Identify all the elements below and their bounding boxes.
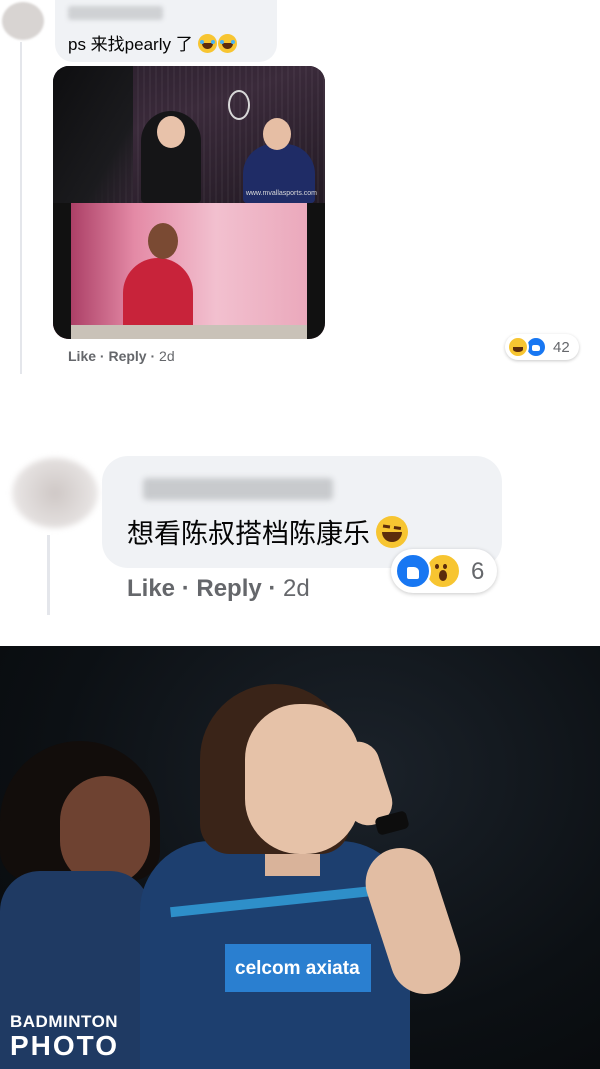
comment-text-content: 想看陈叔搭档陈康乐 — [127, 519, 370, 549]
grinning-squinting-emoji-icon — [376, 516, 408, 548]
avatar[interactable] — [12, 458, 98, 528]
like-link[interactable]: Like — [68, 348, 96, 364]
timestamp[interactable]: 2d — [159, 348, 175, 364]
separator: · — [175, 575, 197, 602]
photo-watermark: BADMINTON PHOTO — [10, 1012, 119, 1062]
post-photo[interactable]: celcom axiata BADMINTON PHOTO — [0, 646, 600, 1069]
commenter-name[interactable] — [143, 478, 333, 500]
reply-link[interactable]: Reply — [108, 348, 146, 364]
comment-text-content: ps 来找pearly 了 — [68, 35, 193, 54]
image-caption: www.mvallasports.com — [245, 190, 317, 197]
like-reaction-icon — [395, 553, 431, 589]
timestamp[interactable]: 2d — [283, 575, 310, 602]
comment-thread: ps 来找pearly 了 www.mvallasports.com Like … — [0, 0, 600, 1069]
laughing-tears-emoji-icon — [198, 34, 218, 53]
comment-actions: Like · Reply · 2d — [68, 348, 175, 364]
image-bottom-panel — [53, 203, 325, 339]
separator: · — [261, 575, 284, 602]
image-face — [148, 223, 178, 259]
reaction-count: 42 — [553, 339, 570, 356]
image-edge — [307, 203, 325, 339]
comment-text: 想看陈叔搭档陈康乐 — [127, 512, 408, 551]
racket-icon — [228, 90, 250, 120]
laughing-tears-emoji-icon — [218, 34, 238, 53]
thread-line — [20, 42, 22, 374]
separator: · — [146, 348, 160, 364]
image-edge — [53, 203, 71, 339]
reply-link[interactable]: Reply — [196, 575, 261, 602]
watermark-line-2: PHOTO — [10, 1030, 120, 1061]
comment-text: ps 来找pearly 了 — [68, 30, 238, 55]
like-link[interactable]: Like — [127, 575, 175, 602]
image-top-panel: www.mvallasports.com — [53, 66, 325, 203]
comment-actions: Like · Reply · 2d — [127, 575, 310, 603]
player-face — [60, 776, 150, 886]
thread-line — [47, 535, 50, 615]
separator: · — [96, 348, 109, 364]
reaction-summary[interactable]: 6 — [391, 549, 497, 593]
reaction-summary[interactable]: 42 — [505, 334, 579, 360]
image-arm — [53, 66, 133, 203]
reaction-count: 6 — [471, 558, 485, 585]
image-floor — [71, 325, 307, 339]
avatar[interactable] — [2, 2, 44, 40]
commenter-name[interactable] — [68, 6, 163, 20]
sponsor-text: celcom axiata — [235, 958, 360, 979]
image-face — [263, 118, 291, 150]
image-face — [157, 116, 185, 148]
comment-image[interactable]: www.mvallasports.com — [53, 66, 325, 339]
haha-reaction-icon — [507, 336, 529, 358]
watermark-line-1: BADMINTON — [10, 1012, 119, 1031]
